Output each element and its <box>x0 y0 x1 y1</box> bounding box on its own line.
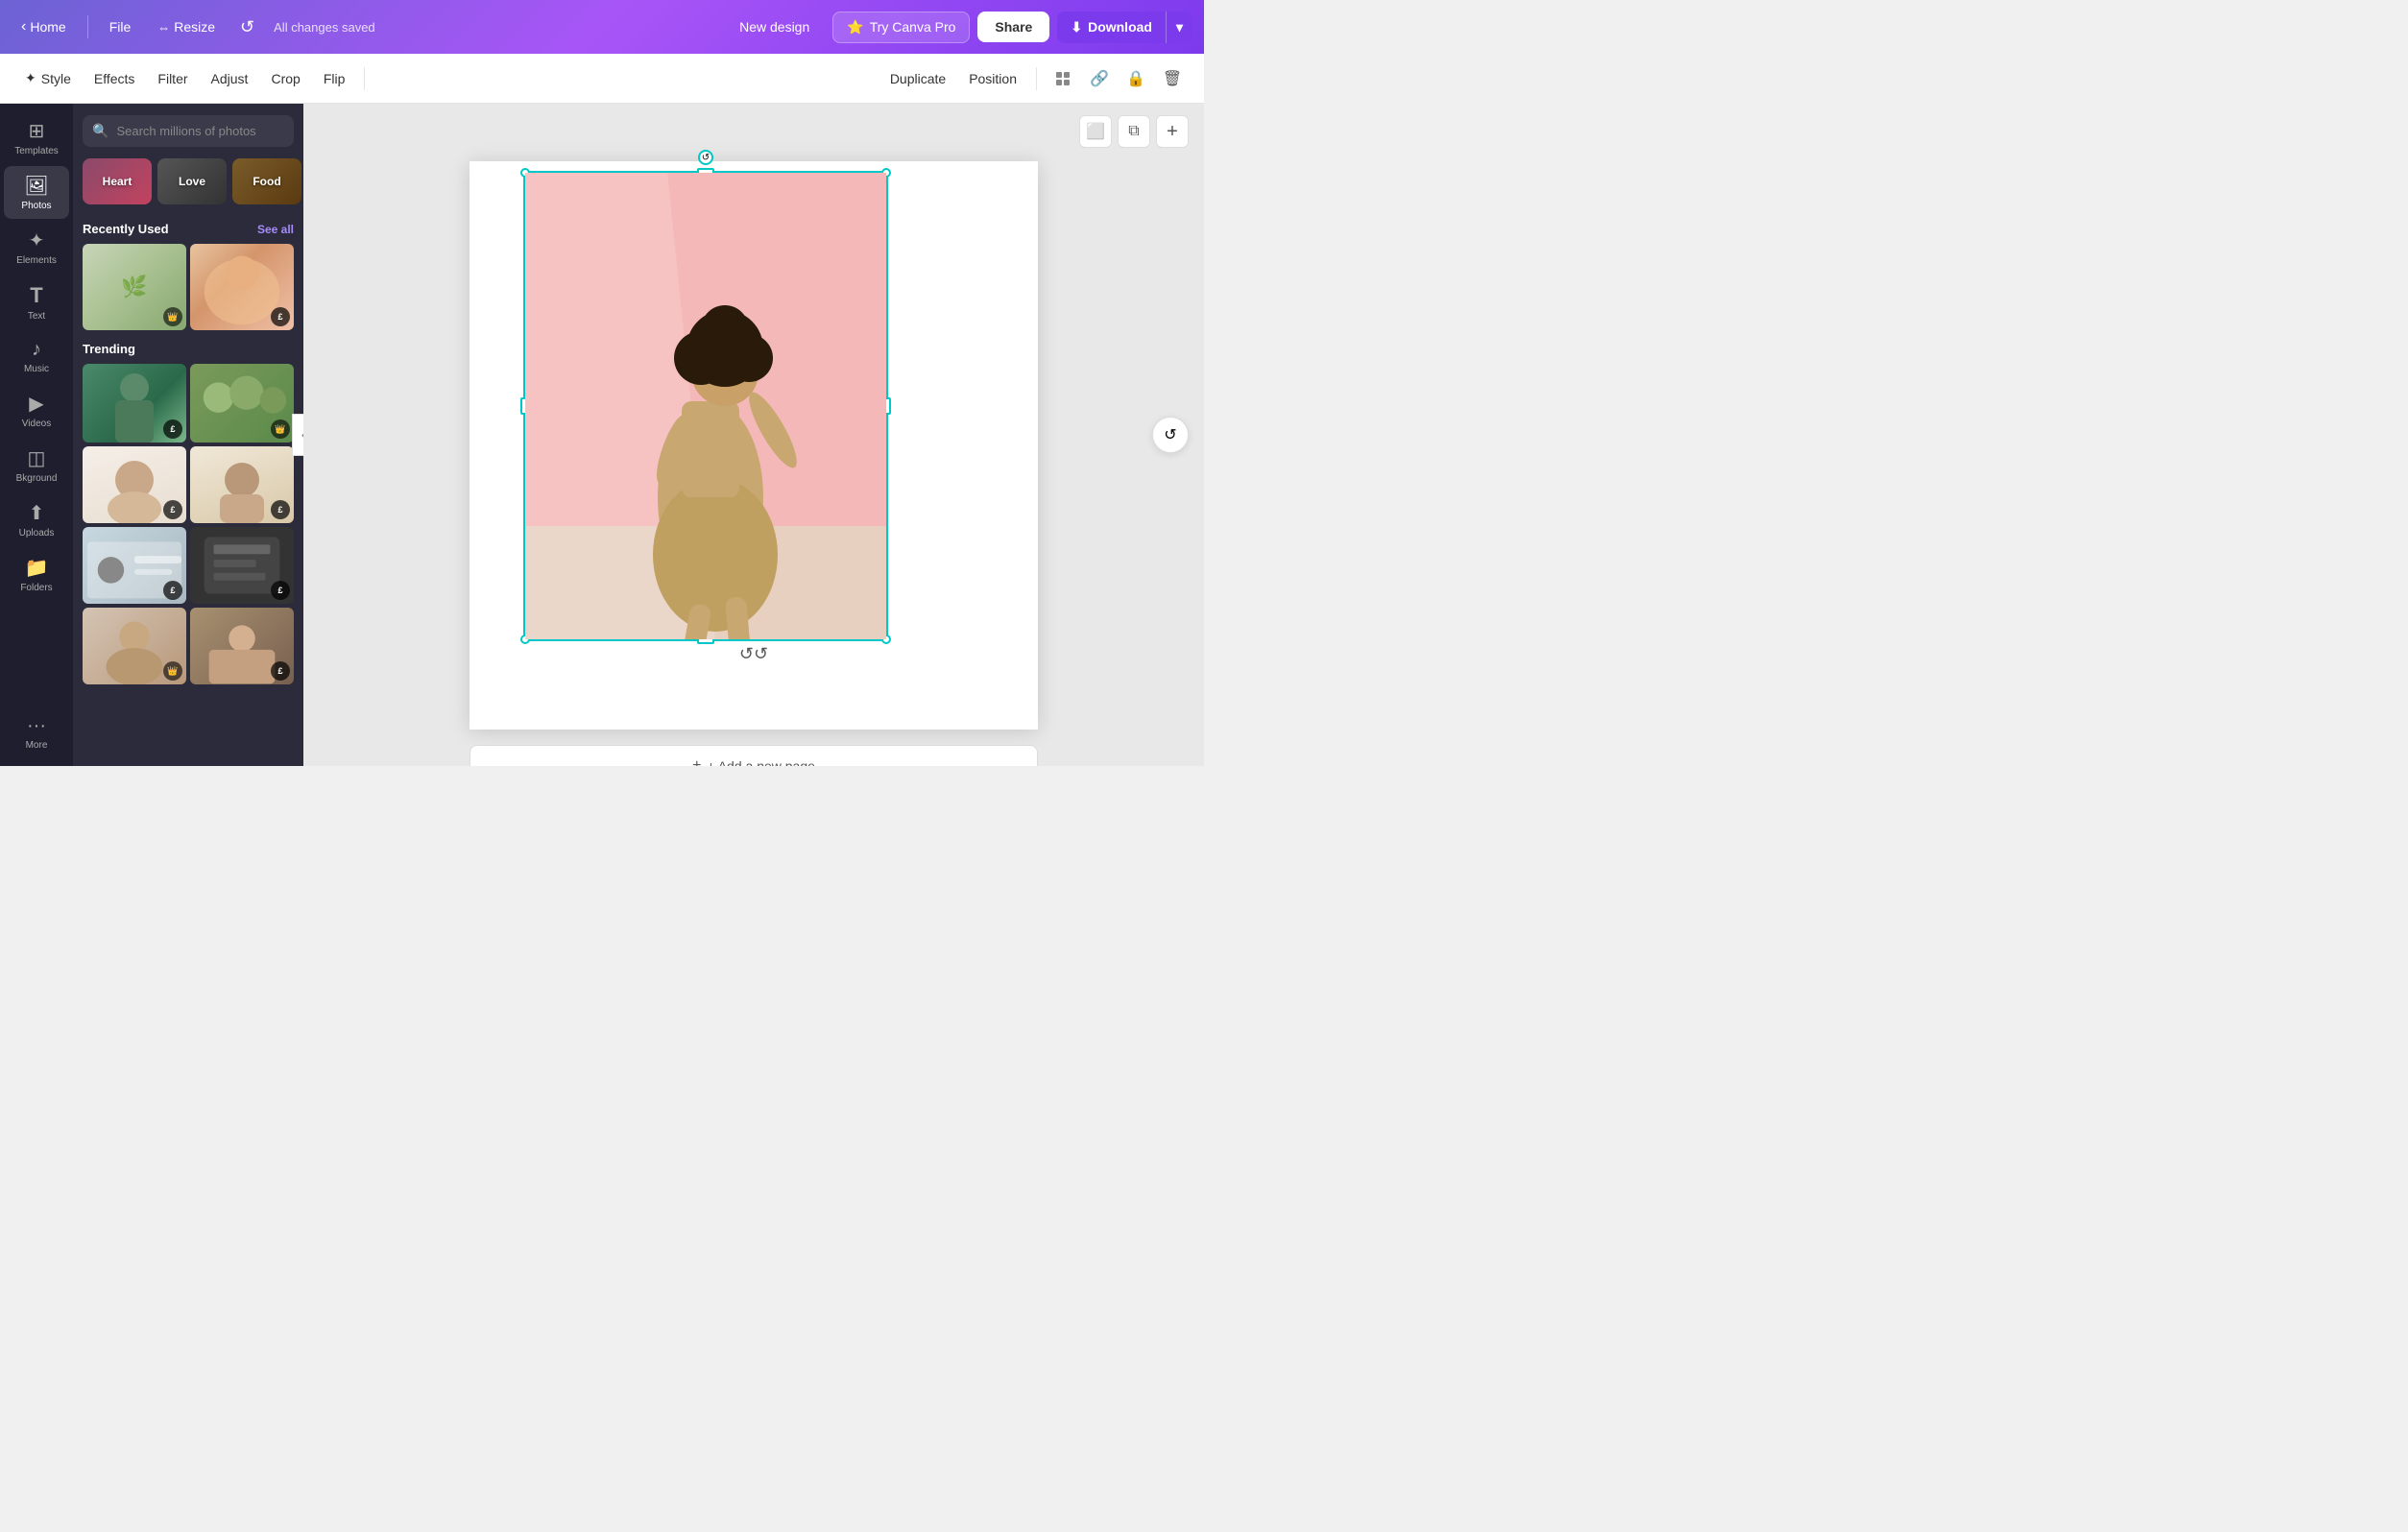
recent-photo-2[interactable]: £ <box>190 244 294 330</box>
effects-button[interactable]: Effects <box>84 65 145 92</box>
canvas-controls: ⬜ ⧉ + <box>1079 115 1189 148</box>
crown-badge-t7 <box>163 661 182 681</box>
music-icon: ♪ <box>32 339 41 361</box>
more-icon: ··· <box>27 715 46 737</box>
trending-photo-8[interactable]: £ <box>190 608 294 684</box>
canvas-area: ⬜ ⧉ + ↺ ↺ <box>303 104 1204 766</box>
pound-badge: £ <box>271 307 290 326</box>
resize-button[interactable]: ⇔ Resize <box>148 13 225 40</box>
trending-photo-6[interactable]: £ <box>190 527 294 604</box>
flip-button[interactable]: Flip <box>314 65 355 92</box>
link-icon-button[interactable]: 🔗 <box>1083 62 1116 95</box>
add-icon-button[interactable]: + <box>1156 115 1189 148</box>
style-button[interactable]: ✦ Style <box>15 64 81 92</box>
toolbar-separator <box>364 67 365 90</box>
nav-divider <box>87 15 88 38</box>
background-icon: ◫ <box>28 446 46 470</box>
search-bar: 🔍 <box>83 115 294 147</box>
lock-icon-button[interactable]: 🔒 <box>1120 62 1152 95</box>
crown-badge-t2 <box>271 419 290 439</box>
trending-photo-2[interactable] <box>190 364 294 443</box>
try-pro-button[interactable]: ⭐ Try Canva Pro <box>832 12 970 43</box>
toolbar-separator-2 <box>1036 67 1037 90</box>
sidebar-item-elements[interactable]: ✦ Elements <box>4 221 69 274</box>
share-button[interactable]: Share <box>977 12 1049 42</box>
sidebar-item-text[interactable]: T Text <box>4 275 69 329</box>
sidebar-item-more[interactable]: ··· More <box>4 707 69 758</box>
main-area: ⊞ Templates 🖼 Photos ✦ Elements T Text ♪… <box>0 104 1204 766</box>
rotate-handle-top[interactable]: ↺ <box>698 150 713 165</box>
image-toolbar: ✦ Style Effects Filter Adjust Crop Flip … <box>0 54 1204 104</box>
category-love[interactable]: Love <box>157 158 227 204</box>
trending-photo-5[interactable]: £ <box>83 527 186 604</box>
canvas-wrapper: ↺ <box>470 161 1038 766</box>
pound-badge-t5: £ <box>163 581 182 600</box>
left-sidebar: ⊞ Templates 🖼 Photos ✦ Elements T Text ♪… <box>0 104 73 766</box>
crop-button[interactable]: Crop <box>261 65 309 92</box>
category-heart[interactable]: Heart <box>83 158 152 204</box>
home-button[interactable]: ‹ Home <box>12 12 76 41</box>
adjust-button[interactable]: Adjust <box>202 65 258 92</box>
sidebar-item-videos[interactable]: ▶ Videos <box>4 384 69 437</box>
category-food[interactable]: Food <box>232 158 301 204</box>
recently-used-header: Recently Used See all <box>73 214 303 240</box>
trending-header: Trending <box>73 334 303 360</box>
videos-icon: ▶ <box>29 392 43 416</box>
undo-button[interactable]: ↺ <box>232 12 262 43</box>
trending-photo-1[interactable]: £ <box>83 364 186 443</box>
trending-photo-7[interactable] <box>83 608 186 684</box>
save-status: All changes saved <box>274 20 375 35</box>
top-navigation: ‹ Home File ⇔ Resize ↺ All changes saved… <box>0 0 1204 54</box>
trending-photo-3[interactable]: £ <box>83 446 186 523</box>
download-main[interactable]: ⬇ Download <box>1057 12 1167 43</box>
text-icon: T <box>30 283 42 308</box>
sidebar-item-uploads[interactable]: ⬆ Uploads <box>4 493 69 546</box>
canvas-page[interactable]: ↺ <box>470 161 1038 730</box>
delete-icon-button[interactable]: 🗑 <box>1156 62 1189 95</box>
file-menu[interactable]: File <box>100 13 141 40</box>
ai-rotate-button[interactable]: ↺ <box>1152 417 1189 453</box>
elements-icon: ✦ <box>29 228 45 252</box>
pound-badge-t4: £ <box>271 500 290 519</box>
download-button[interactable]: ⬇ Download ▾ <box>1057 12 1192 43</box>
photos-panel: 🔍 Heart Love Food › Re <box>73 104 303 766</box>
see-all-link[interactable]: See all <box>257 223 294 236</box>
templates-icon: ⊞ <box>29 119 45 143</box>
new-design-button[interactable]: New design <box>724 12 825 42</box>
filter-button[interactable]: Filter <box>148 65 197 92</box>
canvas-image <box>525 173 886 639</box>
trending-grid: £ £ <box>73 360 303 688</box>
add-page-button[interactable]: + + Add a new page <box>470 745 1038 766</box>
sidebar-item-photos[interactable]: 🖼 Photos <box>4 166 69 219</box>
duplicate-button[interactable]: Duplicate <box>880 65 955 92</box>
sidebar-item-background[interactable]: ◫ Bkground <box>4 439 69 491</box>
sidebar-item-folders[interactable]: 📁 Folders <box>4 548 69 601</box>
position-button[interactable]: Position <box>959 65 1026 92</box>
search-icon: 🔍 <box>92 123 108 139</box>
recent-photo-1[interactable]: 🌿 <box>83 244 186 330</box>
download-caret[interactable]: ▾ <box>1167 12 1192 43</box>
trending-photo-4[interactable]: £ <box>190 446 294 523</box>
search-input[interactable] <box>116 124 285 138</box>
pound-badge-t1: £ <box>163 419 182 439</box>
recently-used-grid: 🌿 £ <box>73 240 303 334</box>
copy-icon-button[interactable]: ⧉ <box>1118 115 1150 148</box>
hide-panel-button[interactable]: ‹ <box>292 414 303 456</box>
category-scroll: Heart Love Food › <box>73 158 303 214</box>
rotate-handle-bottom[interactable]: ↺↺ <box>739 644 768 664</box>
sidebar-item-music[interactable]: ♪ Music <box>4 331 69 382</box>
frame-icon-button[interactable]: ⬜ <box>1079 115 1112 148</box>
pound-badge-t8: £ <box>271 661 290 681</box>
sidebar-item-templates[interactable]: ⊞ Templates <box>4 111 69 164</box>
crown-badge <box>163 307 182 326</box>
uploads-icon: ⬆ <box>29 501 45 525</box>
selected-image[interactable]: ↺ <box>523 171 888 641</box>
folders-icon: 📁 <box>25 556 49 580</box>
pound-badge-t6: £ <box>271 581 290 600</box>
grid-icon-button[interactable] <box>1047 62 1079 95</box>
pound-badge-t3: £ <box>163 500 182 519</box>
photos-icon: 🖼 <box>24 174 48 198</box>
